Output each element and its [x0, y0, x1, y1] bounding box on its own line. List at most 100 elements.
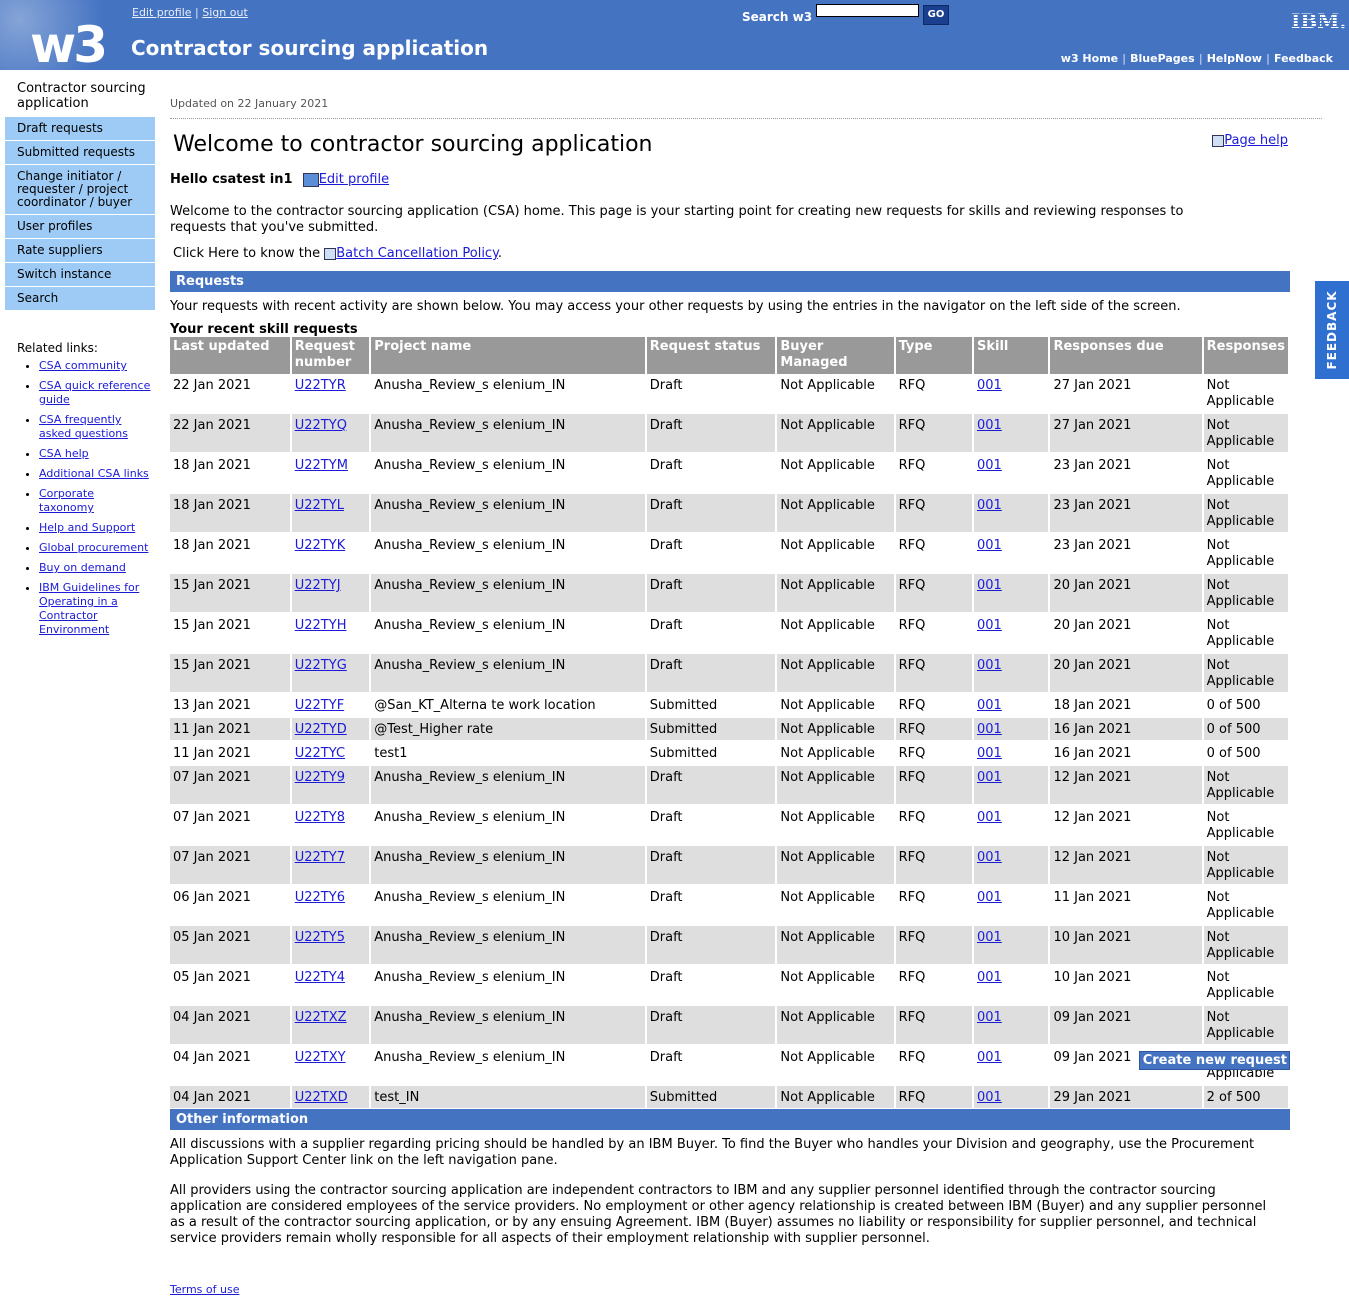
util-w3-home[interactable]: w3 Home: [1061, 52, 1118, 65]
top-links-separator: |: [195, 6, 199, 19]
skill-link[interactable]: 001: [977, 458, 1002, 473]
skill-link[interactable]: 001: [977, 722, 1002, 737]
ibm-logo[interactable]: IBM.: [1291, 9, 1346, 33]
skill-link[interactable]: 001: [977, 378, 1002, 393]
request-number-link[interactable]: U22TYJ: [295, 578, 341, 593]
related-link[interactable]: CSA quick reference guide: [39, 379, 150, 406]
search-input[interactable]: [816, 4, 919, 17]
request-number-link[interactable]: U22TYQ: [295, 418, 347, 433]
request-number-link[interactable]: U22TY7: [295, 850, 345, 865]
table-cell: 11 Jan 2021: [170, 741, 292, 766]
request-number-link[interactable]: U22TY8: [295, 810, 345, 825]
table-cell: U22TYF: [290, 693, 372, 718]
request-number-link[interactable]: U22TYF: [295, 698, 344, 713]
related-links-header: Related links:: [17, 341, 98, 355]
table-cell: 001: [973, 845, 1051, 886]
skill-link[interactable]: 001: [977, 890, 1002, 905]
related-link[interactable]: CSA community: [39, 359, 127, 372]
skill-link[interactable]: 001: [977, 850, 1002, 865]
related-link[interactable]: CSA frequently asked questions: [39, 413, 128, 440]
table-cell: Not Applicable: [776, 925, 896, 966]
related-link[interactable]: Additional CSA links: [39, 467, 149, 480]
table-cell: Not Applicable: [1202, 573, 1291, 614]
request-number-link[interactable]: U22TYH: [295, 618, 347, 633]
related-link[interactable]: Corporate taxonomy: [39, 487, 94, 514]
request-number-link[interactable]: U22TY5: [295, 930, 345, 945]
skill-link[interactable]: 001: [977, 746, 1002, 761]
page-help-link[interactable]: Page help: [1224, 133, 1288, 148]
table-cell: Draft: [645, 653, 778, 694]
request-number-link[interactable]: U22TYR: [295, 378, 346, 393]
table-cell: 001: [973, 1045, 1051, 1086]
request-number-link[interactable]: U22TY9: [295, 770, 345, 785]
table-cell: @San_KT_Alterna te work location: [370, 693, 647, 718]
table-cell: Anusha_Review_s elenium_IN: [370, 613, 647, 654]
go-button[interactable]: GO: [923, 5, 949, 25]
nav-submitted-requests[interactable]: Submitted requests: [5, 140, 155, 164]
nav-title[interactable]: Contractor sourcing application: [5, 79, 155, 116]
related-link[interactable]: Global procurement: [39, 541, 148, 554]
table-cell: 11 Jan 2021: [1049, 885, 1204, 926]
sign-out-link[interactable]: Sign out: [202, 6, 248, 19]
table-cell: 001: [973, 653, 1051, 694]
request-number-link[interactable]: U22TY6: [295, 890, 345, 905]
skill-link[interactable]: 001: [977, 1010, 1002, 1025]
create-new-request-button[interactable]: Create new request: [1138, 1051, 1290, 1070]
util-bluepages[interactable]: BluePages: [1130, 52, 1195, 65]
feedback-tab[interactable]: FEEDBACK: [1315, 281, 1349, 379]
table-row: 15 Jan 2021 U22TYJ Anusha_Review_s elenium…: [170, 573, 1291, 614]
request-number-link[interactable]: U22TYG: [295, 658, 347, 673]
table-cell: Anusha_Review_s elenium_IN: [370, 1045, 647, 1086]
related-link[interactable]: Buy on demand: [39, 561, 126, 574]
nav-switch-instance[interactable]: Switch instance: [5, 262, 155, 286]
nav-rate-suppliers[interactable]: Rate suppliers: [5, 238, 155, 262]
related-link[interactable]: CSA help: [39, 447, 89, 460]
request-number-link[interactable]: U22TYL: [295, 498, 344, 513]
nav-change-initiator[interactable]: Change initiator / requester / project c…: [5, 164, 155, 214]
table-row: 22 Jan 2021 U22TYQ Anusha_Review_s elenium…: [170, 413, 1291, 454]
related-link[interactable]: IBM Guidelines for Operating in a Contra…: [39, 581, 139, 636]
table-cell: Draft: [645, 413, 778, 454]
skill-link[interactable]: 001: [977, 930, 1002, 945]
skill-link[interactable]: 001: [977, 770, 1002, 785]
skill-link[interactable]: 001: [977, 618, 1002, 633]
batch-cancellation-policy-link[interactable]: Batch Cancellation Policy: [336, 246, 498, 261]
table-cell: Draft: [645, 613, 778, 654]
table-cell: Not Applicable: [1202, 885, 1291, 926]
skill-link[interactable]: 001: [977, 810, 1002, 825]
nav-user-profiles[interactable]: User profiles: [5, 214, 155, 238]
request-number-link[interactable]: U22TYK: [295, 538, 345, 553]
table-cell: 23 Jan 2021: [1049, 493, 1204, 534]
table-cell: U22TXD: [290, 1085, 372, 1110]
table-cell: Not Applicable: [1202, 453, 1291, 494]
skill-link[interactable]: 001: [977, 1090, 1002, 1105]
edit-profile-content-link[interactable]: Edit profile: [319, 172, 389, 187]
skill-link[interactable]: 001: [977, 658, 1002, 673]
w3-logo[interactable]: w3: [30, 18, 108, 72]
table-cell: 15 Jan 2021: [170, 653, 292, 694]
nav-draft-requests[interactable]: Draft requests: [5, 116, 155, 140]
skill-link[interactable]: 001: [977, 418, 1002, 433]
request-number-link[interactable]: U22TXD: [295, 1090, 348, 1105]
skill-link[interactable]: 001: [977, 698, 1002, 713]
nav-search[interactable]: Search: [5, 286, 155, 310]
request-number-link[interactable]: U22TYM: [295, 458, 348, 473]
edit-profile-link[interactable]: Edit profile: [132, 6, 192, 19]
util-feedback[interactable]: Feedback: [1274, 52, 1333, 65]
request-number-link[interactable]: U22TY4: [295, 970, 345, 985]
table-cell: 001: [973, 717, 1051, 742]
request-number-link[interactable]: U22TXZ: [295, 1010, 347, 1025]
request-number-link[interactable]: U22TXY: [295, 1050, 346, 1065]
skill-link[interactable]: 001: [977, 970, 1002, 985]
skill-link[interactable]: 001: [977, 578, 1002, 593]
terms-of-use-link[interactable]: Terms of use: [170, 1283, 239, 1296]
skill-link[interactable]: 001: [977, 1050, 1002, 1065]
skill-link[interactable]: 001: [977, 498, 1002, 513]
skill-link[interactable]: 001: [977, 538, 1002, 553]
request-number-link[interactable]: U22TYC: [295, 746, 345, 761]
request-number-link[interactable]: U22TYD: [295, 722, 347, 737]
util-helpnow[interactable]: HelpNow: [1207, 52, 1262, 65]
table-cell: Anusha_Review_s elenium_IN: [370, 765, 647, 806]
table-cell: U22TY9: [290, 765, 372, 806]
related-link[interactable]: Help and Support: [39, 521, 135, 534]
